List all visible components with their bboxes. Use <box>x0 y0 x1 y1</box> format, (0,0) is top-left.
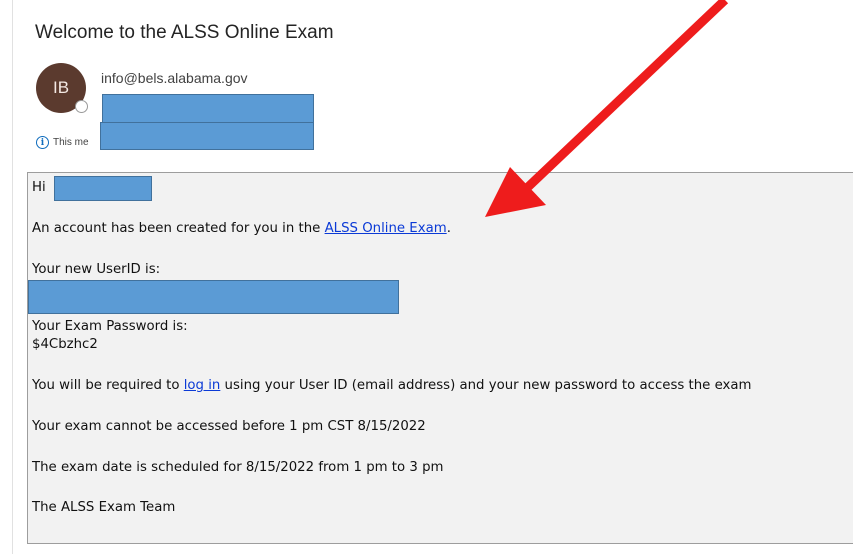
arrow-shaft <box>524 0 729 191</box>
red-arrow-annotation <box>485 0 729 217</box>
